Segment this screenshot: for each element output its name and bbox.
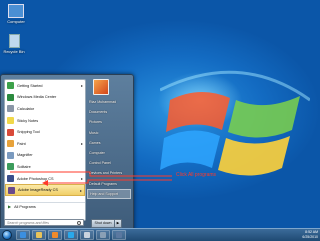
clock-date: 6/25/2010 — [302, 234, 318, 239]
system-tray-clock[interactable]: 8:52 AM 6/25/2010 — [302, 230, 318, 239]
search-placeholder: Search programs and files — [7, 220, 49, 225]
places-item[interactable]: Control Panel — [87, 158, 131, 168]
start-menu-item[interactable]: Windows Media Center — [5, 92, 85, 104]
app-icon-2 — [100, 232, 106, 238]
desktop-icon-computer[interactable]: Computer — [2, 4, 30, 24]
taskbar-button[interactable] — [112, 230, 126, 240]
windows-explorer-icon — [36, 232, 42, 238]
start-menu: Getting Started ▸ Windows Media Center Calc… — [0, 74, 134, 232]
start-button[interactable] — [2, 230, 12, 240]
windows-logo-wallpaper — [160, 70, 310, 176]
start-menu-item[interactable]: Adobe ImageReady CS ▸ — [5, 184, 85, 196]
desktop-icon-label: Computer — [7, 19, 25, 24]
start-menu-item[interactable]: Getting Started ▸ — [5, 80, 85, 92]
taskbar-button[interactable] — [16, 230, 30, 240]
user-picture[interactable] — [93, 79, 109, 95]
photoshop-icon — [7, 175, 14, 183]
recycle-bin-icon — [8, 34, 20, 48]
desktop-icon-label: Recycle Bin — [3, 49, 25, 54]
all-programs-label: All Programs — [14, 204, 36, 209]
start-menu-places-pane: Riaz Muhammad Documents Pictures Music Games… — [87, 79, 131, 229]
arrow-right-icon: ▶ — [8, 204, 12, 209]
places-item[interactable]: Default Programs — [87, 179, 131, 189]
imageready-icon — [8, 186, 15, 194]
start-menu-item-label: Paint — [17, 141, 26, 146]
solitaire-icon — [7, 163, 14, 171]
start-menu-item-label: Calculator — [17, 106, 35, 111]
start-menu-item-label: Getting Started — [17, 83, 43, 88]
calculator-icon — [7, 105, 14, 113]
shutdown-options-button[interactable]: ▶ — [114, 219, 122, 228]
chevron-right-icon: ▸ — [79, 187, 82, 193]
media-player-icon — [52, 232, 58, 238]
taskbar-button[interactable] — [96, 230, 110, 240]
media-center-icon — [7, 93, 14, 101]
start-menu-item[interactable]: Sticky Notes — [5, 115, 85, 127]
taskbar: 8:52 AM 6/25/2010 — [0, 228, 320, 241]
start-menu-item[interactable]: Snipping Tool — [5, 126, 85, 138]
skype-icon — [68, 232, 74, 238]
chevron-right-icon: ▸ — [80, 176, 83, 182]
places-list: Riaz Muhammad Documents Pictures Music Games… — [87, 97, 131, 199]
places-item[interactable]: Riaz Muhammad — [87, 97, 131, 107]
app-icon — [84, 232, 90, 238]
start-menu-item-label: Adobe Photoshop CS — [17, 176, 54, 181]
start-menu-item-label: Sticky Notes — [17, 118, 39, 123]
pinned-program-list: Getting Started ▸ Windows Media Center Calc… — [5, 80, 85, 196]
places-item[interactable]: Pictures — [87, 117, 131, 127]
places-item[interactable]: Music — [87, 128, 131, 138]
places-item[interactable]: Documents — [87, 107, 131, 117]
taskbar-button[interactable] — [64, 230, 78, 240]
search-icon — [77, 220, 81, 225]
places-item[interactable]: Computer — [87, 148, 131, 158]
places-item[interactable]: Games — [87, 138, 131, 148]
desktop-icon-recycle-bin[interactable]: Recycle Bin — [0, 34, 28, 54]
paint-icon — [7, 140, 14, 148]
magnifier-icon — [7, 151, 14, 159]
scissors-icon — [7, 128, 14, 136]
search-input[interactable]: Search programs and files — [4, 219, 84, 226]
shutdown-button[interactable]: Shut down — [91, 219, 115, 228]
start-menu-item[interactable]: Calculator — [5, 103, 85, 115]
chevron-right-icon: ▸ — [80, 83, 83, 89]
start-menu-item-label: Magnifier — [17, 153, 33, 158]
internet-explorer-icon — [20, 232, 26, 238]
taskbar-button[interactable] — [32, 230, 46, 240]
clock-time: 8:52 AM — [305, 230, 318, 234]
start-menu-item-label: Adobe ImageReady CS — [18, 188, 58, 193]
start-menu-item-label: Snipping Tool — [17, 130, 40, 135]
start-menu-item[interactable]: Magnifier — [5, 150, 85, 162]
start-menu-programs-pane: Getting Started ▸ Windows Media Center Calc… — [4, 79, 86, 221]
start-menu-item[interactable]: Adobe Photoshop CS ▸ — [5, 173, 85, 185]
taskbar-button[interactable] — [48, 230, 62, 240]
places-item[interactable]: Devices and Printers — [87, 168, 131, 178]
start-menu-item-label: Windows Media Center — [17, 95, 57, 100]
computer-icon — [8, 4, 24, 18]
sticky-notes-icon — [7, 117, 14, 125]
chevron-right-icon: ▸ — [80, 141, 83, 147]
start-menu-item[interactable]: Solitaire — [5, 161, 85, 173]
start-menu-item-label: Solitaire — [17, 164, 31, 169]
places-item[interactable]: Help and Support — [87, 188, 131, 199]
getting-started-icon — [7, 82, 14, 90]
all-programs-button[interactable]: ▶ All Programs — [5, 202, 85, 210]
annotation-text: Click All programs — [176, 172, 217, 178]
start-menu-item[interactable]: Paint ▸ — [5, 138, 85, 150]
taskbar-button[interactable] — [80, 230, 94, 240]
app-icon-3 — [116, 232, 122, 238]
